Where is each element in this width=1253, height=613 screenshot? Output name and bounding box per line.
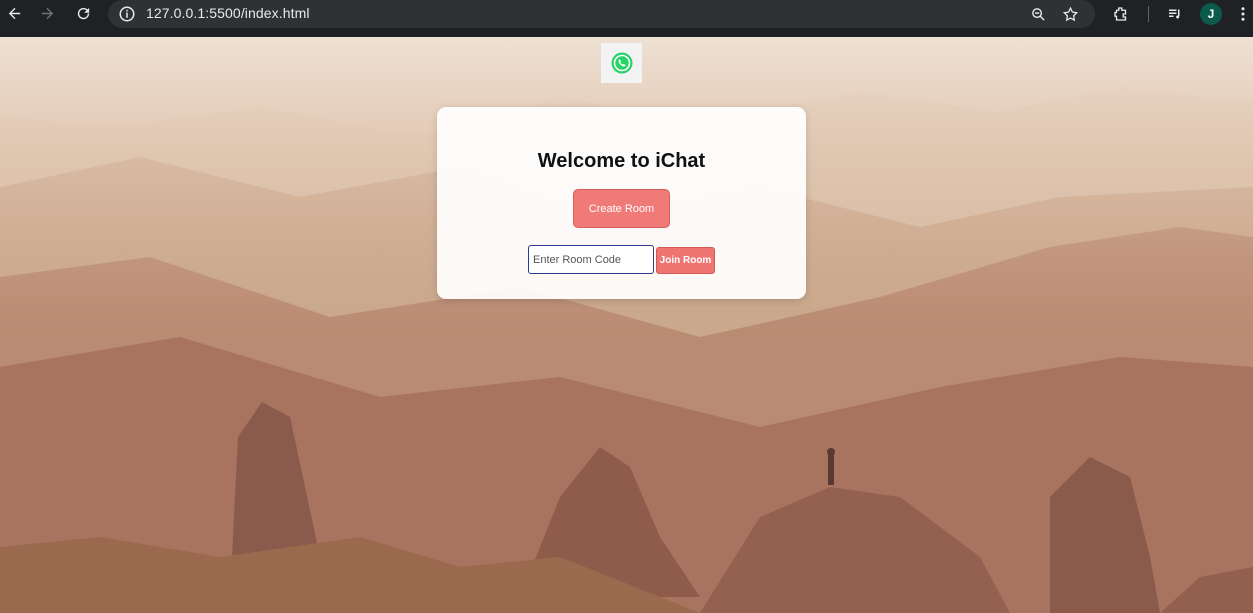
welcome-card: Welcome to iChat Create Room Join Room [437,107,806,299]
site-info-icon[interactable] [118,5,136,23]
media-queue-icon[interactable] [1164,3,1186,25]
room-code-input[interactable] [528,245,654,274]
forward-icon[interactable] [35,1,59,25]
profile-avatar[interactable]: J [1200,3,1222,25]
zoom-icon[interactable] [1028,4,1048,24]
address-bar[interactable]: 127.0.0.1:5500/index.html [108,0,1095,28]
create-room-button[interactable]: Create Room [573,189,670,228]
join-room-button[interactable]: Join Room [656,247,715,274]
reload-icon[interactable] [71,1,95,25]
whatsapp-icon [601,43,642,83]
url-text[interactable]: 127.0.0.1:5500/index.html [146,5,310,21]
page-body: Welcome to iChat Create Room Join Room [0,37,1253,613]
page-title: Welcome to iChat [537,150,706,172]
extensions-icon[interactable] [1110,3,1132,25]
browser-toolbar: 127.0.0.1:5500/index.html J [0,0,1253,37]
bookmark-star-icon[interactable] [1060,4,1080,24]
toolbar-divider [1148,6,1149,22]
back-icon[interactable] [2,1,26,25]
menu-icon[interactable] [1236,3,1250,25]
